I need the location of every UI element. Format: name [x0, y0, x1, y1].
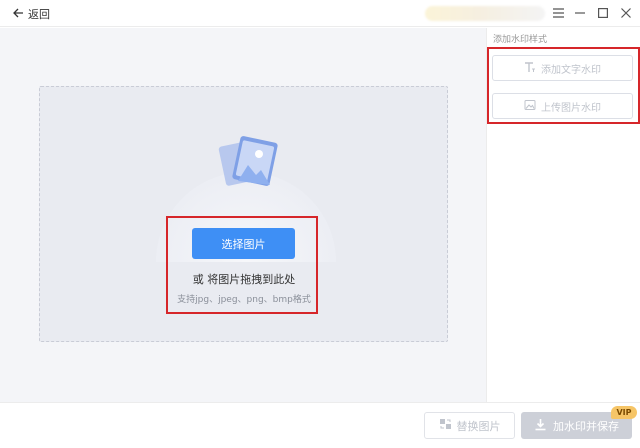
- title-bar: 返回: [0, 0, 640, 27]
- arrow-left-icon: [12, 7, 24, 22]
- supported-formats: 支持jpg、jpeg、png、bmp格式: [177, 295, 311, 305]
- drag-hint: 或 将图片拖拽到此处: [192, 273, 296, 286]
- download-icon: [534, 418, 547, 434]
- save-with-watermark-label: 加水印并保存: [553, 419, 619, 433]
- image-drop-zone[interactable]: 选择图片 或 将图片拖拽到此处 支持jpg、jpeg、png、bmp格式: [39, 86, 448, 342]
- back-label: 返回: [28, 8, 50, 21]
- watermark-style-panel: 添加水印样式 添加文字水印 上传图片水印: [486, 28, 640, 402]
- menu-button[interactable]: [549, 5, 567, 23]
- bottom-bar: 替换图片 加水印并保存 VIP: [0, 402, 640, 448]
- back-button[interactable]: 返回: [12, 6, 50, 22]
- image-watermark-icon: [524, 99, 536, 114]
- maximize-button[interactable]: [594, 5, 612, 23]
- close-button[interactable]: [617, 5, 635, 23]
- minimize-button[interactable]: [571, 5, 589, 23]
- vip-badge: VIP: [611, 406, 637, 419]
- maximize-icon: [598, 7, 609, 21]
- text-watermark-icon: [524, 61, 536, 76]
- replace-image-label: 替换图片: [456, 419, 501, 433]
- main-area: 选择图片 或 将图片拖拽到此处 支持jpg、jpeg、png、bmp格式: [0, 28, 486, 402]
- panel-title: 添加水印样式: [493, 35, 548, 45]
- minimize-icon: [575, 7, 585, 21]
- add-text-watermark-button[interactable]: 添加文字水印: [492, 55, 633, 81]
- hamburger-menu-icon: [552, 7, 564, 21]
- add-text-watermark-label: 添加文字水印: [541, 64, 601, 76]
- close-icon: [621, 7, 631, 21]
- picture-icon: [212, 129, 282, 199]
- select-image-button[interactable]: 选择图片: [192, 228, 295, 259]
- upload-image-watermark-button[interactable]: 上传图片水印: [492, 93, 633, 119]
- upload-image-watermark-label: 上传图片水印: [541, 102, 601, 114]
- replace-image-button[interactable]: 替换图片: [424, 412, 515, 439]
- blurred-user-area: [425, 6, 545, 21]
- replace-image-icon: [439, 418, 452, 433]
